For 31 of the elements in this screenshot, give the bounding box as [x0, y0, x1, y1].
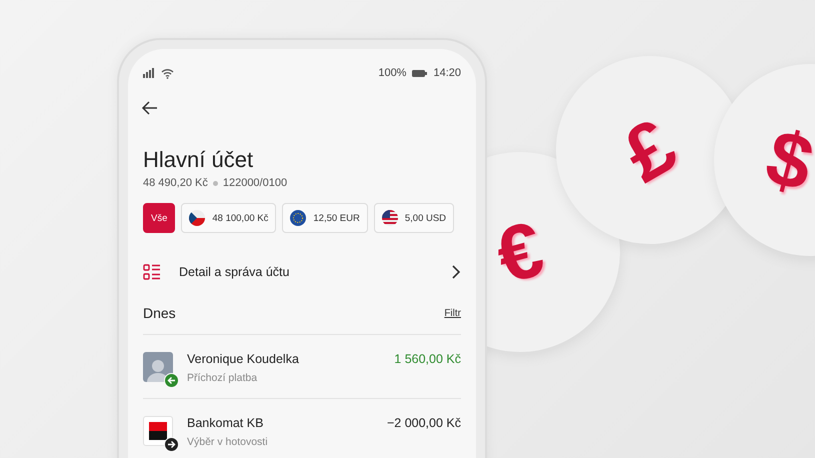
transaction-note: Příchozí platba [187, 372, 258, 384]
transaction-name: Veronique Koudelka [187, 352, 300, 366]
clock: 14:20 [433, 67, 461, 79]
flag-icon [382, 210, 398, 226]
currency-filter-chip[interactable]: 12,50 EUR [282, 203, 368, 233]
list-icon [143, 263, 161, 281]
currency-filter-chip[interactable]: 48 100,00 Kč [181, 203, 276, 233]
chevron-right-icon [451, 265, 461, 279]
transaction-note: Výběr v hotovosti [187, 436, 269, 448]
separator-dot [212, 180, 218, 186]
flag-icon [290, 210, 306, 226]
wifi-icon [161, 68, 174, 78]
battery-percent: 100% [378, 67, 406, 79]
transaction-amount: −2 000,00 Kč [386, 416, 461, 430]
currency-symbol: € [487, 202, 553, 302]
back-button[interactable] [141, 99, 159, 117]
filter-link[interactable]: Filtr [444, 308, 461, 318]
flag-icon [189, 210, 206, 226]
account-balance: 48 490,20 Kč [143, 177, 208, 189]
transaction-amount: 1 560,00 Kč [394, 352, 461, 366]
currency-symbol: $ [757, 110, 815, 210]
account-detail-row[interactable]: Detail a správa účtu [143, 255, 461, 289]
signal-icon [143, 68, 155, 78]
currency-filter-chip[interactable]: Vše [143, 203, 176, 233]
currency-symbol: £ [608, 100, 692, 200]
transaction-name: Bankomat KB [187, 416, 264, 430]
currency-filter-chip[interactable]: 5,00 USD [374, 203, 454, 233]
battery-icon [412, 70, 428, 76]
section-title: Dnes [143, 305, 176, 321]
account-number: 122000/0100 [222, 177, 288, 189]
account-title: Hlavní účet [143, 147, 254, 173]
